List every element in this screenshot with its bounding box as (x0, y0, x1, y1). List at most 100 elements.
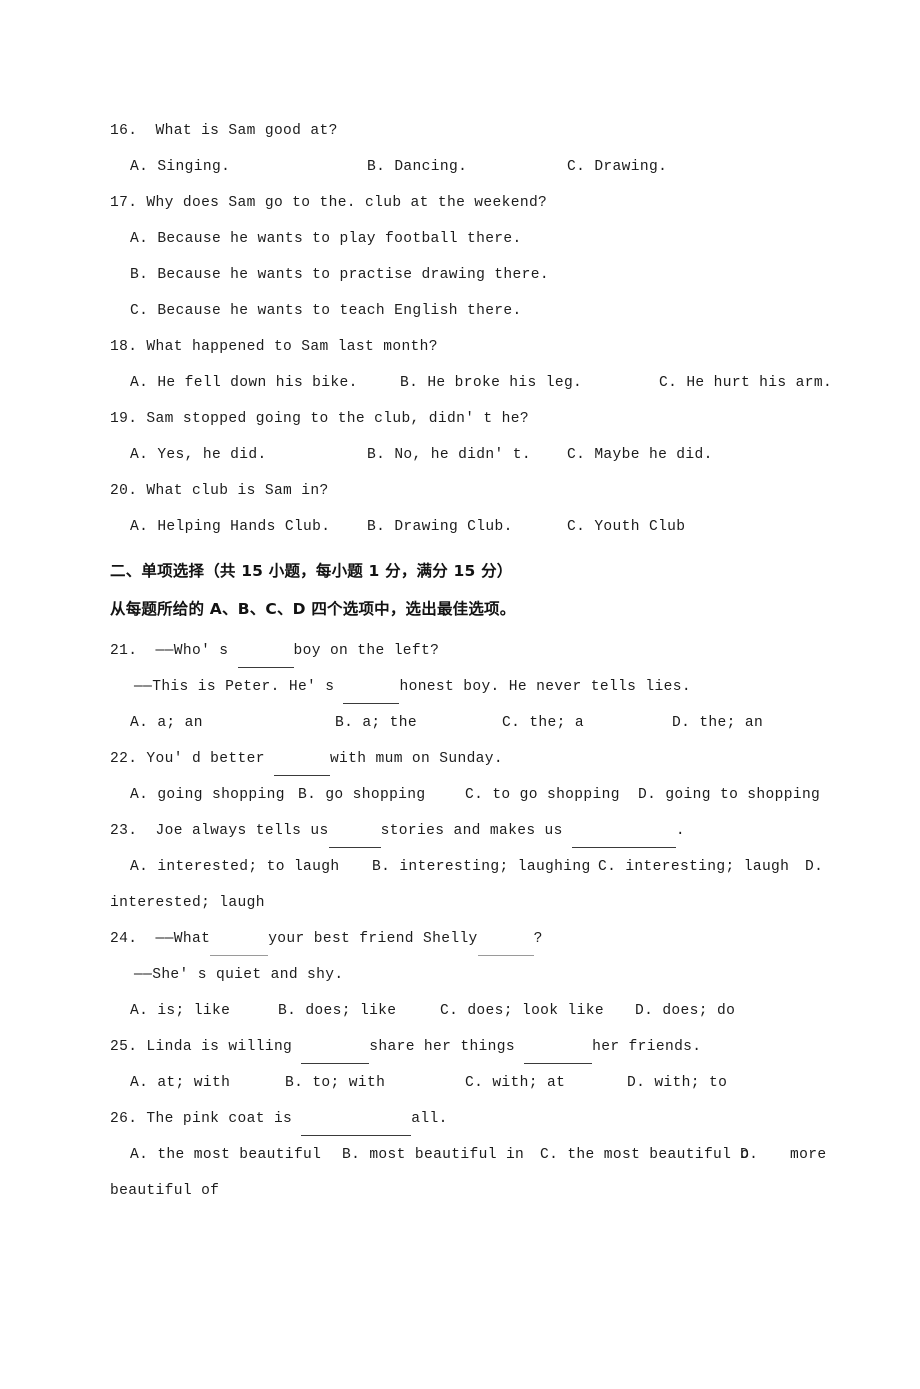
option-a-label: A. Because he wants to play football the… (130, 231, 522, 247)
section-two-heading-text: 二、单项选择（共 15 小题，每小题 1 分，满分 15 分） (110, 562, 513, 580)
q23-blank-1[interactable] (328, 811, 381, 848)
option-c[interactable]: C. Drawing. (567, 149, 667, 185)
question-18-stem: 18. What happened to Sam last month? (110, 329, 840, 365)
option-c[interactable]: C. to go shopping (465, 777, 620, 813)
question-25-options: A. at; with B. to; with C. with; at D. w… (110, 1065, 840, 1101)
option-b[interactable]: B. Drawing Club. (367, 509, 513, 545)
question-16-options: A. Singing. B. Dancing. C. Drawing. (110, 149, 840, 185)
option-a[interactable]: A. going shopping (130, 777, 285, 813)
question-22-options: A. going shopping B. go shopping C. to g… (110, 777, 840, 813)
question-17-stem: 17. Why does Sam go to the. club at the … (110, 185, 840, 221)
question-19-stem-text: 19. Sam stopped going to the club, didn'… (110, 411, 529, 427)
option-b[interactable]: B. He broke his leg. (400, 365, 582, 401)
option-a[interactable]: A. a; an (130, 705, 203, 741)
option-a[interactable]: A. interested; to laugh (130, 849, 339, 885)
section-two-heading: 二、单项选择（共 15 小题，每小题 1 分，满分 15 分） (110, 552, 840, 590)
option-b[interactable]: B. to; with (285, 1065, 385, 1101)
q24-blank-2[interactable] (477, 919, 534, 956)
q25-stem-part-3: her friends. (592, 1039, 702, 1055)
q26-stem-part-2: all. (411, 1111, 448, 1127)
question-16-stem-text: 16. What is Sam good at? (110, 123, 338, 139)
question-18-stem-text: 18. What happened to Sam last month? (110, 339, 438, 355)
question-21-stem-line-1: 21. ——Who' s boy on the left? (110, 633, 840, 669)
option-c[interactable]: C. Maybe he did. (567, 437, 713, 473)
question-19-stem: 19. Sam stopped going to the club, didn'… (110, 401, 840, 437)
question-26-options: A. the most beautiful B. most beautiful … (110, 1137, 840, 1173)
question-21-stem-line-2: ——This is Peter. He' s honest boy. He ne… (110, 669, 840, 705)
option-d[interactable]: D. the; an (672, 705, 763, 741)
question-23-stem: 23. Joe always tells us stories and make… (110, 813, 840, 849)
q23-stem-part-2: stories and makes us (380, 823, 572, 839)
option-a[interactable]: A. the most beautiful (130, 1137, 321, 1173)
question-19-options: A. Yes, he did. B. No, he didn' t. C. Ma… (110, 437, 840, 473)
question-17-stem-text: 17. Why does Sam go to the. club at the … (110, 195, 548, 211)
option-d[interactable]: D. (740, 1137, 758, 1173)
option-a[interactable]: A. Singing. (130, 149, 230, 185)
q22-blank-1[interactable] (273, 739, 330, 776)
question-26-option-d-wrap[interactable]: beautiful of (110, 1173, 840, 1209)
q24-stem-part-2: your best friend Shelly (268, 931, 478, 947)
question-21-options: A. a; an B. a; the C. the; a D. the; an (110, 705, 840, 741)
question-17-option-c[interactable]: C. Because he wants to teach English the… (110, 293, 840, 329)
q24-stem-part-3: ? (533, 931, 543, 947)
question-26-stem: 26. The pink coat is all. (110, 1101, 840, 1137)
question-24-options: A. is; like B. does; like C. does; look … (110, 993, 840, 1029)
section-two-instruction: 从每题所给的 A、B、C、D 四个选项中，选出最佳选项。 (110, 590, 840, 628)
q21-answer-prefix: ——This is Peter. He' s (134, 679, 344, 695)
option-c[interactable]: C. the most beautiful o (540, 1137, 749, 1173)
option-b[interactable]: B. a; the (335, 705, 417, 741)
option-a[interactable]: A. is; like (130, 993, 230, 1029)
question-25-stem: 25. Linda is willing share her things he… (110, 1029, 840, 1065)
option-d[interactable]: D. going to shopping (638, 777, 820, 813)
q26-blank-1[interactable] (301, 1099, 412, 1136)
q25-stem-part-2: share her things (369, 1039, 525, 1055)
option-b[interactable]: B. Dancing. (367, 149, 467, 185)
option-d[interactable]: D. does; do (635, 993, 735, 1029)
option-d[interactable]: D. with; to (627, 1065, 727, 1101)
option-d-continuation[interactable]: more (790, 1137, 826, 1173)
option-c[interactable]: C. with; at (465, 1065, 565, 1101)
q21-answer-suffix: honest boy. He never tells lies. (399, 679, 691, 695)
option-a[interactable]: A. Helping Hands Club. (130, 509, 330, 545)
question-17-option-a[interactable]: A. Because he wants to play football the… (110, 221, 840, 257)
option-d[interactable]: D. (805, 849, 823, 885)
question-20-stem: 20. What club is Sam in? (110, 473, 840, 509)
q24-answer-text: ——She' s quiet and shy. (134, 967, 344, 983)
option-a[interactable]: A. Yes, he did. (130, 437, 267, 473)
q25-blank-1[interactable] (301, 1027, 370, 1064)
q21-blank-1[interactable] (237, 631, 294, 668)
document-body: 16. What is Sam good at? A. Singing. B. … (110, 113, 840, 1209)
question-22-stem: 22. You' d better with mum on Sunday. (110, 741, 840, 777)
question-24-stem-line-2: ——She' s quiet and shy. (110, 957, 840, 993)
option-c[interactable]: C. the; a (502, 705, 584, 741)
option-c[interactable]: C. does; look like (440, 993, 604, 1029)
q25-blank-2[interactable] (524, 1027, 593, 1064)
question-20-options: A. Helping Hands Club. B. Drawing Club. … (110, 509, 840, 545)
q21-blank-2[interactable] (343, 667, 400, 704)
question-23-option-d-wrap[interactable]: interested; laugh (110, 885, 840, 921)
q21-stem-suffix: boy on the left? (293, 643, 440, 659)
option-c[interactable]: C. He hurt his arm. (659, 365, 832, 401)
q23-blank-2[interactable] (571, 811, 676, 848)
option-b[interactable]: B. go shopping (298, 777, 426, 813)
option-b-label: B. Because he wants to practise drawing … (130, 267, 549, 283)
q23-stem-part-3: . (675, 823, 685, 839)
option-b[interactable]: B. interesting; laughing (372, 849, 591, 885)
question-24-stem-line-1: 24. ——What your best friend Shelly ? (110, 921, 840, 957)
exam-page: 16. What is Sam good at? A. Singing. B. … (0, 0, 920, 1302)
option-a[interactable]: A. at; with (130, 1065, 230, 1101)
question-23-options: A. interested; to laugh B. interesting; … (110, 849, 840, 885)
question-17-option-b[interactable]: B. Because he wants to practise drawing … (110, 257, 840, 293)
option-c[interactable]: C. Youth Club (567, 509, 685, 545)
section-two-instruction-text: 从每题所给的 A、B、C、D 四个选项中，选出最佳选项。 (110, 600, 516, 618)
option-b[interactable]: B. does; like (278, 993, 396, 1029)
question-18-options: A. He fell down his bike. B. He broke hi… (110, 365, 840, 401)
option-c[interactable]: C. interesting; laugh (598, 849, 789, 885)
q24-blank-1[interactable] (210, 919, 269, 956)
option-a[interactable]: A. He fell down his bike. (130, 365, 358, 401)
option-b[interactable]: B. most beautiful in (342, 1137, 524, 1173)
option-c-label: C. Because he wants to teach English the… (130, 303, 522, 319)
question-16-stem: 16. What is Sam good at? (110, 113, 840, 149)
option-b[interactable]: B. No, he didn' t. (367, 437, 531, 473)
q22-stem-suffix: with mum on Sunday. (329, 751, 503, 767)
